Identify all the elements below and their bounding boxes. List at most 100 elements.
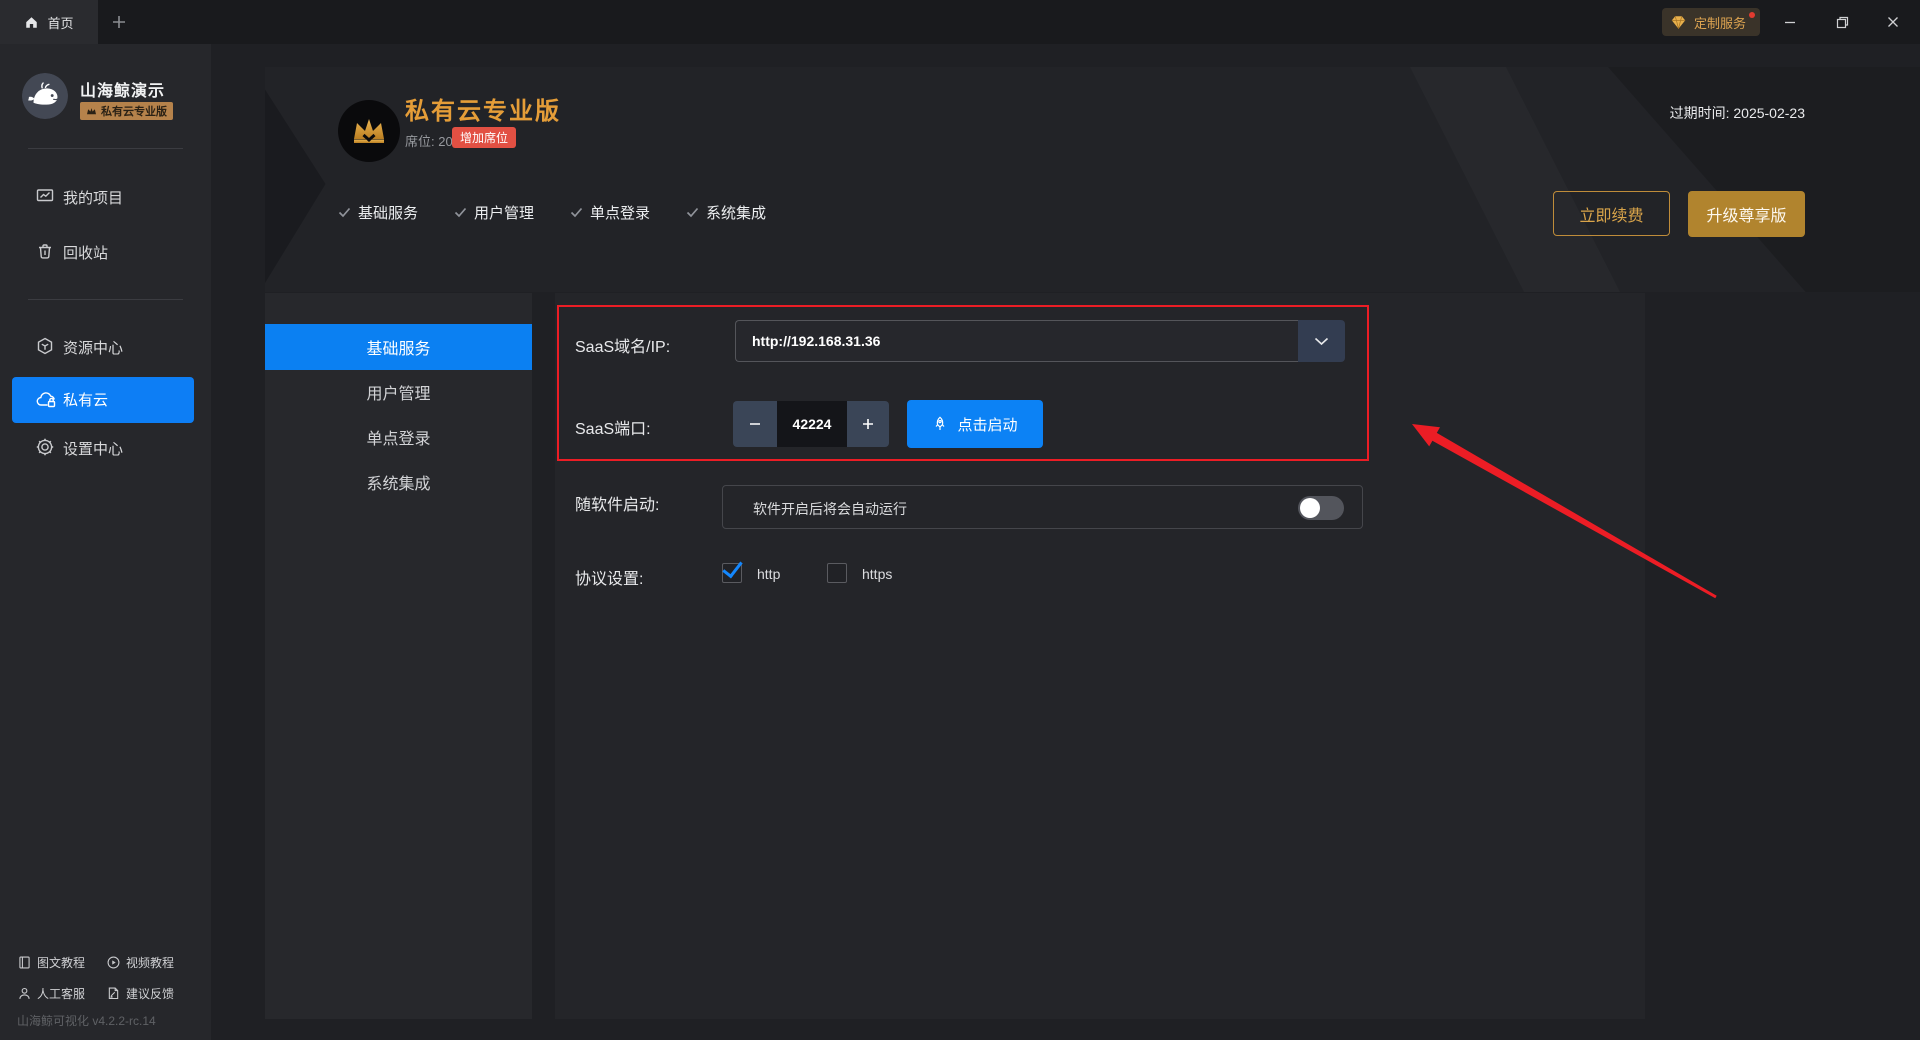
new-tab-button[interactable] (102, 0, 136, 44)
title-bar: 首页 定制服务 (0, 0, 1920, 44)
sidebar-item-label: 回收站 (63, 242, 108, 263)
port-input[interactable] (777, 401, 847, 447)
footer-link-label: 视频教程 (126, 954, 174, 971)
footer-link-label: 图文教程 (37, 954, 85, 971)
feature-item: 用户管理 (454, 202, 534, 223)
plan-banner: 私有云专业版 席位: 20 增加席位 基础服务 用户管理 单点登录 系统集成 (265, 67, 1920, 292)
renew-button[interactable]: 立即续费 (1553, 191, 1670, 236)
whale-logo-icon (22, 73, 68, 119)
upgrade-button[interactable]: 升级尊享版 (1688, 191, 1805, 237)
gear-icon (35, 437, 55, 457)
port-increment-button[interactable] (847, 401, 889, 447)
sidebar-item-label: 我的项目 (63, 187, 123, 208)
https-checkbox[interactable] (827, 563, 847, 583)
sidebar-item-label: 设置中心 (63, 438, 123, 459)
protocol-label: 协议设置: (575, 565, 643, 589)
http-checkbox[interactable] (722, 563, 742, 583)
sidebar-item-recycle[interactable]: 回收站 (0, 238, 211, 266)
person-icon (17, 986, 32, 1001)
book-icon (17, 955, 32, 970)
https-checkbox-label: https (862, 566, 892, 582)
minus-icon (748, 417, 762, 431)
sidebar-item-resources[interactable]: 资源中心 (0, 333, 211, 361)
tab-user-management[interactable]: 用户管理 (265, 369, 532, 415)
restore-button[interactable] (1825, 0, 1859, 44)
trash-icon (35, 241, 55, 261)
sidebar-item-settings[interactable]: 设置中心 (0, 434, 211, 462)
footer-link-feedback[interactable]: 建议反馈 (106, 985, 174, 1002)
footer-link-video-tutorial[interactable]: 视频教程 (106, 954, 174, 971)
divider (28, 299, 183, 300)
custom-service-button[interactable]: 定制服务 (1662, 8, 1760, 36)
presentation-icon (35, 186, 55, 206)
autostart-hint: 软件开启后将会自动运行 (753, 499, 907, 519)
feature-label: 基础服务 (358, 202, 418, 223)
tab-sso[interactable]: 单点登录 (265, 414, 532, 460)
feedback-icon (106, 986, 121, 1001)
home-icon (24, 15, 39, 30)
cloud-lock-icon (35, 389, 57, 411)
autostart-toggle[interactable] (1298, 496, 1344, 520)
plan-title: 私有云专业版 (405, 91, 561, 126)
add-seats-button[interactable]: 增加席位 (452, 127, 516, 148)
sidebar-item-private-cloud[interactable]: 私有云 (12, 377, 194, 423)
avatar[interactable] (22, 73, 68, 119)
close-icon (1886, 15, 1900, 29)
check-icon (570, 207, 583, 218)
feature-item: 系统集成 (686, 202, 766, 223)
start-button-label: 点击启动 (957, 414, 1017, 435)
crown-icon (351, 116, 387, 146)
http-checkbox-label: http (757, 566, 780, 582)
close-button[interactable] (1876, 0, 1910, 44)
basic-service-form: SaaS域名/IP: SaaS端口: (555, 293, 1645, 1019)
rocket-icon (932, 416, 948, 432)
feature-label: 用户管理 (474, 202, 534, 223)
check-icon (338, 207, 351, 218)
plan-crown-badge (338, 100, 400, 162)
check-icon (454, 207, 467, 218)
minimize-icon (1783, 15, 1797, 29)
footer-link-label: 建议反馈 (126, 985, 174, 1002)
tab-home-label: 首页 (47, 13, 73, 32)
domain-input[interactable] (735, 320, 1298, 362)
tab-basic-service[interactable]: 基础服务 (265, 324, 532, 370)
expire-label: 过期时间: (1670, 105, 1730, 121)
tab-system-integration[interactable]: 系统集成 (265, 459, 532, 505)
sidebar-item-label: 私有云 (63, 389, 108, 410)
port-stepper (733, 401, 889, 447)
expire-info: 过期时间: 2025-02-23 (1670, 103, 1805, 123)
start-service-button[interactable]: 点击启动 (907, 400, 1043, 448)
footer-link-doc-tutorial[interactable]: 图文教程 (17, 954, 85, 971)
seats-label: 席位: (405, 134, 435, 149)
divider (28, 148, 183, 149)
port-decrement-button[interactable] (733, 401, 777, 447)
autostart-box: 软件开启后将会自动运行 (722, 485, 1363, 529)
restore-icon (1835, 15, 1850, 30)
plus-icon (111, 14, 127, 30)
footer-link-support[interactable]: 人工客服 (17, 985, 85, 1002)
minimize-button[interactable] (1773, 0, 1807, 44)
custom-service-label: 定制服务 (1694, 13, 1746, 32)
sidebar-item-projects[interactable]: 我的项目 (0, 183, 211, 211)
domain-label: SaaS域名/IP: (575, 333, 670, 357)
tab-home[interactable]: 首页 (0, 0, 98, 44)
app-window: 首页 定制服务 (0, 0, 1920, 1040)
cube-icon (35, 336, 55, 356)
plan-features: 基础服务 用户管理 单点登录 系统集成 (338, 202, 766, 223)
user-name: 山海鲸演示 (80, 77, 165, 101)
crown-icon (86, 107, 97, 116)
user-plan-label: 私有云专业版 (101, 103, 167, 119)
banner-decoration (1320, 67, 1620, 292)
sidebar-item-label: 资源中心 (63, 337, 123, 358)
domain-dropdown-button[interactable] (1298, 320, 1345, 362)
check-icon (686, 207, 699, 218)
seats-value: 20 (438, 134, 452, 149)
footer-link-label: 人工客服 (37, 985, 85, 1002)
notification-dot (1749, 12, 1755, 18)
plus-icon (861, 417, 875, 431)
feature-label: 系统集成 (706, 202, 766, 223)
user-plan-badge: 私有云专业版 (80, 102, 173, 120)
toggle-knob (1300, 498, 1320, 518)
feature-label: 单点登录 (590, 202, 650, 223)
play-circle-icon (106, 955, 121, 970)
